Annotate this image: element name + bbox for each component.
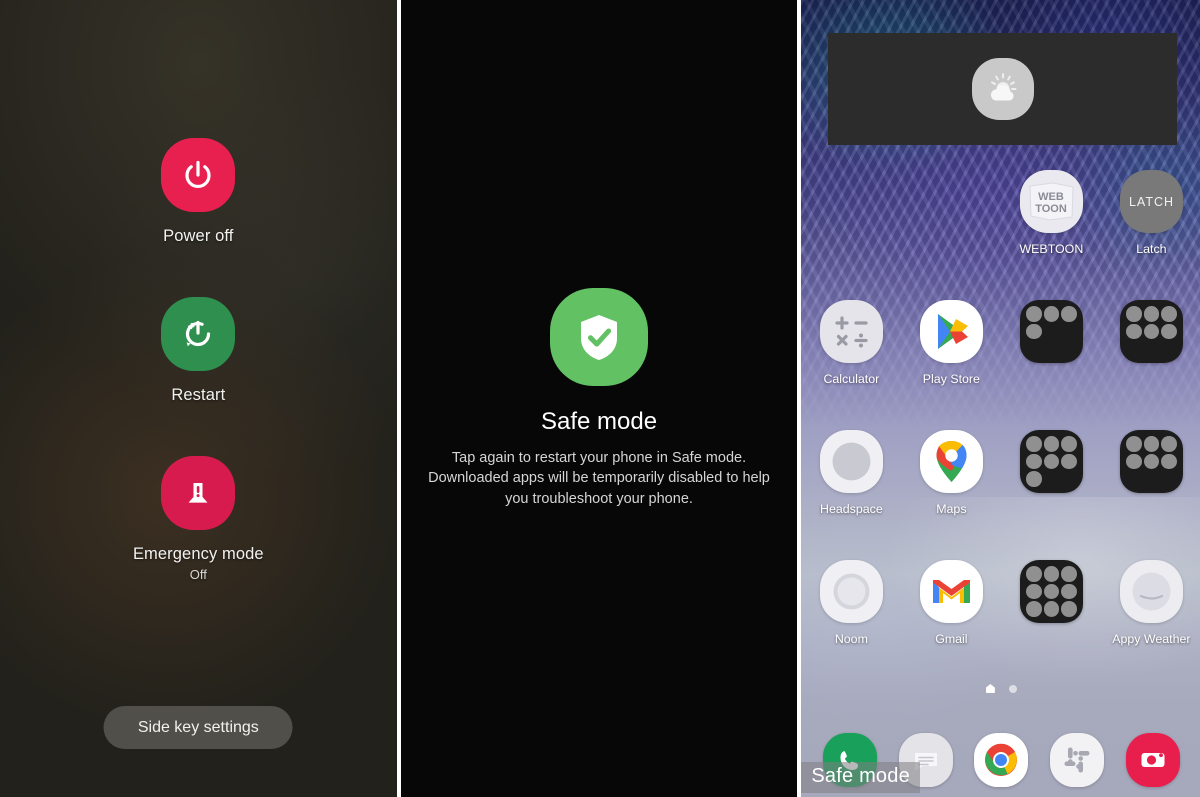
gmail-icon[interactable] (919, 560, 983, 623)
app-label: Latch (1136, 242, 1167, 256)
app-folder-icon[interactable] (1119, 430, 1183, 493)
svg-text:LATCH: LATCH (1129, 195, 1174, 209)
app-label: Noom (834, 632, 868, 646)
emergency-mode-label: Emergency mode (132, 545, 264, 563)
home-cell-empty (901, 170, 1001, 256)
app-noom[interactable]: Noom (801, 560, 901, 646)
safe-mode-title: Safe mode (540, 407, 658, 435)
home-row-3: Headspace Maps (801, 430, 1200, 516)
weather-partly-cloudy-icon (971, 58, 1034, 120)
camera-icon[interactable] (1125, 733, 1180, 787)
noom-icon[interactable] (819, 560, 883, 623)
safe-mode-badge: Safe mode (801, 762, 920, 793)
safe-mode-panel: Safe mode Tap again to restart your phon… (400, 0, 798, 797)
screenshot-stage: Power off Restart Emergency mode Off Sid… (0, 0, 1200, 797)
page-dot-home-active[interactable] (985, 684, 995, 693)
power-icon[interactable] (161, 138, 236, 212)
power-off-option[interactable]: Power off (0, 138, 397, 246)
app-label: Calculator (823, 372, 880, 386)
app-folder[interactable] (1001, 430, 1101, 516)
app-webtoon[interactable]: WEB TOON WEBTOON (1001, 170, 1101, 256)
shield-check-icon[interactable] (550, 287, 648, 386)
home-row-4: Noom Gmail Appy Weather (801, 560, 1200, 646)
home-screen-panel: WEB TOON WEBTOON LATCH Latch Calculator … (801, 0, 1200, 797)
restart-option[interactable]: Restart (0, 297, 397, 405)
svg-text:WEB: WEB (1038, 191, 1064, 203)
webtoon-icon[interactable]: WEB TOON (1019, 170, 1083, 233)
power-off-label: Power off (163, 227, 234, 245)
emergency-icon[interactable] (161, 456, 236, 530)
svg-text:TOON: TOON (1035, 203, 1067, 215)
app-folder-icon[interactable] (1019, 560, 1083, 623)
app-label: Play Store (922, 372, 980, 386)
home-cell-empty (801, 170, 901, 256)
app-folder-icon[interactable] (1019, 430, 1083, 493)
app-folder[interactable] (1001, 560, 1101, 646)
slack-icon[interactable] (1050, 733, 1104, 787)
emergency-mode-option[interactable]: Emergency mode Off (0, 456, 397, 582)
calculator-icon[interactable] (819, 300, 883, 363)
page-dot-2[interactable] (1008, 684, 1017, 693)
home-row-2: Calculator Play Store (801, 300, 1200, 386)
appy-weather-icon[interactable] (1119, 560, 1183, 623)
chrome-icon[interactable] (974, 733, 1029, 787)
power-menu-panel: Power off Restart Emergency mode Off Sid… (0, 0, 397, 797)
weather-widget[interactable] (828, 33, 1178, 145)
app-folder[interactable] (1001, 300, 1101, 386)
app-headspace[interactable]: Headspace (801, 430, 901, 516)
app-folder-icon[interactable] (1119, 300, 1183, 363)
restart-icon[interactable] (161, 297, 236, 371)
app-label: Appy Weather (1112, 632, 1191, 646)
app-label: Headspace (820, 502, 883, 516)
home-row-1: WEB TOON WEBTOON LATCH Latch (801, 170, 1200, 256)
app-gmail[interactable]: Gmail (901, 560, 1001, 646)
app-label: Gmail (935, 632, 968, 646)
app-maps[interactable]: Maps (901, 430, 1001, 516)
app-folder[interactable] (1101, 300, 1200, 386)
play-store-icon[interactable] (919, 300, 983, 363)
page-indicator[interactable] (801, 684, 1200, 693)
headspace-icon[interactable] (819, 430, 883, 493)
app-label: WEBTOON (1019, 242, 1084, 256)
emergency-mode-state: Off (189, 567, 207, 582)
side-key-settings-button[interactable]: Side key settings (103, 706, 293, 749)
latch-icon[interactable]: LATCH (1119, 170, 1183, 233)
app-calculator[interactable]: Calculator (801, 300, 901, 386)
restart-label: Restart (171, 386, 226, 404)
app-play-store[interactable]: Play Store (901, 300, 1001, 386)
google-maps-icon[interactable] (919, 430, 983, 493)
app-appy-weather[interactable]: Appy Weather (1101, 560, 1200, 646)
app-folder-icon[interactable] (1019, 300, 1083, 363)
power-menu-list: Power off Restart Emergency mode Off (0, 138, 397, 582)
app-latch[interactable]: LATCH Latch (1101, 170, 1200, 256)
app-folder[interactable] (1101, 430, 1200, 516)
safe-mode-description: Tap again to restart your phone in Safe … (428, 449, 770, 507)
app-label: Maps (936, 502, 967, 516)
